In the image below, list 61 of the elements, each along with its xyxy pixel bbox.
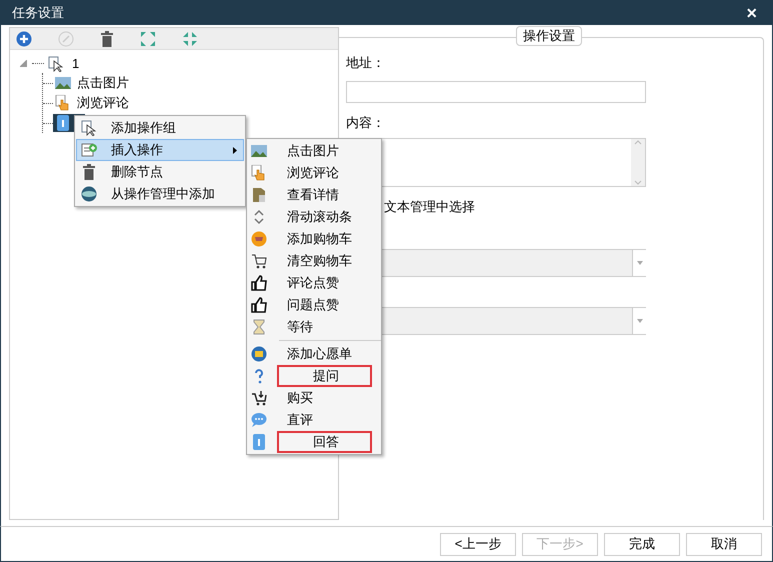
thumbs-up-icon [251,275,267,291]
expand-icon[interactable] [140,30,156,46]
menu-item[interactable]: 从操作管理中添加 [76,183,244,205]
close-button[interactable]: × [746,4,761,22]
image-icon [251,143,267,159]
wishlist-icon [251,346,267,362]
collapse-icon[interactable] [182,30,198,46]
menu-item[interactable]: 浏览评论 [277,162,372,184]
wizard-button[interactable]: 取消 [686,532,762,556]
scroll-down-icon[interactable] [634,180,642,186]
trash-icon[interactable] [100,30,114,46]
menu-item[interactable]: 清空购物车 [277,250,372,272]
add-icon[interactable] [16,30,32,46]
cursor-icon [81,120,97,136]
menu-item[interactable]: 购买 [277,387,372,409]
hand-icon [251,165,267,181]
window-title: 任务设置 [12,4,64,22]
submenu-arrow-icon [233,146,237,154]
trash-icon [81,164,97,180]
menu-item[interactable]: 插入操作 [76,139,244,161]
dropdown-arrow-icon [636,260,642,264]
thumbs-up-icon [251,297,267,313]
document-icon [55,115,71,131]
menu-item[interactable]: 评论点赞 [277,272,372,294]
menu-item[interactable]: 点击图片 [277,140,372,162]
menu-item[interactable]: 查看详情 [277,184,372,206]
chat-bubble-icon [251,412,267,428]
menu-item[interactable]: 等待 [277,316,372,338]
globe-icon [81,186,97,202]
cart-icon [251,253,267,269]
book-icon [251,187,267,203]
menu-item[interactable]: 添加购物车 [277,228,372,250]
content-label: 内容： [346,114,386,132]
menu-item[interactable]: 添加心愿单 [277,343,372,365]
tree-item[interactable]: 浏览评论 [53,94,131,112]
menu-item[interactable]: 直评 [277,409,372,431]
checkbox-label: 文本管理中选择 [383,198,476,216]
cursor-icon [48,56,64,72]
group-legend: 操作设置 [516,26,582,46]
image-icon [55,75,71,91]
address-field[interactable] [346,80,646,102]
tree-item[interactable]: 1 [72,54,80,74]
address-label: 地址： [346,54,386,72]
cart-badge-icon [251,231,267,247]
scroll-up-icon[interactable] [634,139,642,145]
cart-download-icon [251,390,267,406]
add-list-icon [81,142,97,158]
wizard-button[interactable]: <上一步 [440,532,516,556]
wizard-button[interactable]: 完成 [604,532,680,556]
menu-item[interactable]: 删除节点 [76,161,244,183]
menu-item[interactable]: 问题点赞 [277,294,372,316]
document-icon [251,434,267,450]
collapse-toggle-icon[interactable] [20,60,27,67]
menu-item[interactable]: 提问 [277,365,372,387]
menu-item[interactable]: 添加操作组 [76,117,244,139]
tree-item[interactable]: 点击图片 [53,74,131,92]
hand-icon [55,95,71,111]
menu-item[interactable]: 回答 [277,431,372,453]
menu-item[interactable]: 滑动滚动条 [277,206,372,228]
dropdown-arrow-icon [636,318,642,322]
hourglass-icon [251,319,267,335]
